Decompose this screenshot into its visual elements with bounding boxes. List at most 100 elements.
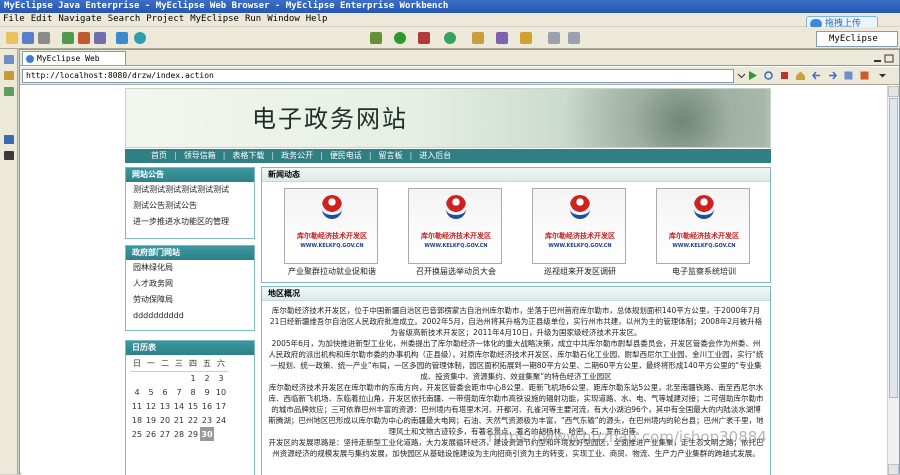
nav-service-phone[interactable]: 便民电话 (324, 151, 368, 160)
calendar-day[interactable]: 10 (214, 385, 228, 399)
calendar-day[interactable]: 13 (158, 399, 172, 413)
news-thumbnail[interactable]: 库尔勒经济技术开发区 WWW.KELKFQ.GOV.CN (656, 188, 750, 264)
external-tools-icon[interactable] (418, 32, 430, 44)
menu-navigate[interactable]: Navigate (55, 14, 104, 24)
database-icon[interactable] (94, 32, 106, 44)
globe-icon[interactable] (134, 32, 146, 44)
notice-item[interactable]: 进一步推进水功能区的管理 (126, 214, 254, 230)
chevron-down-icon[interactable] (736, 70, 747, 81)
calendar-day[interactable] (144, 371, 158, 385)
view-menu-icon[interactable] (877, 70, 888, 81)
news-item[interactable]: 库尔勒经济技术开发区 WWW.KELKFQ.GOV.CN 电子监察系统培训 (656, 188, 752, 278)
calendar-today[interactable]: 30 (200, 427, 214, 441)
notice-item[interactable]: 测试测试测试测试测试测试 (126, 182, 254, 198)
menu-file[interactable]: File (0, 14, 28, 24)
calendar-day[interactable]: 8 (186, 385, 200, 399)
news-caption[interactable]: 电子监察系统培训 (656, 266, 752, 278)
minimize-maximize-icon[interactable] (873, 53, 895, 63)
settings-icon[interactable] (859, 70, 870, 81)
forward-icon[interactable] (568, 32, 580, 44)
calendar-day[interactable]: 12 (144, 399, 158, 413)
scroll-thumb[interactable] (889, 98, 898, 398)
deploy-icon[interactable] (78, 32, 90, 44)
calendar-day[interactable]: 16 (200, 399, 214, 413)
go-icon[interactable] (747, 70, 758, 81)
calendar-day[interactable]: 9 (200, 385, 214, 399)
calendar-day[interactable]: 20 (158, 413, 172, 427)
news-thumbnail[interactable]: 库尔勒经济技术开发区 WWW.KELKFQ.GOV.CN (532, 188, 626, 264)
news-thumbnail[interactable]: 库尔勒经济技术开发区 WWW.KELKFQ.GOV.CN (284, 188, 378, 264)
calendar-day[interactable] (214, 427, 228, 441)
calendar-day[interactable] (172, 371, 186, 385)
search-icon[interactable] (496, 32, 508, 44)
run-icon[interactable] (394, 32, 406, 44)
department-link[interactable]: dddddddddd (126, 308, 254, 324)
servers-icon[interactable] (4, 135, 14, 144)
scroll-down-icon[interactable] (888, 464, 899, 475)
vertical-scrollbar[interactable] (887, 86, 899, 475)
pencil-icon[interactable] (520, 32, 532, 44)
calendar-day[interactable]: 22 (186, 413, 200, 427)
calendar-day[interactable]: 14 (172, 399, 186, 413)
calendar-day[interactable]: 7 (172, 385, 186, 399)
back-icon[interactable] (548, 32, 560, 44)
news-caption[interactable]: 召开换届选举动员大会 (408, 266, 504, 278)
news-item[interactable]: 库尔勒经济技术开发区 WWW.KELKFQ.GOV.CN 巡视组来开发区调研 (532, 188, 628, 278)
calendar-day[interactable]: 21 (172, 413, 186, 427)
menu-window[interactable]: Window (264, 14, 303, 24)
department-link[interactable]: 人才政务网 (126, 276, 254, 292)
save-icon[interactable] (22, 32, 34, 44)
outline-icon[interactable] (4, 87, 14, 96)
browser-tab[interactable]: MyEclipse Web Browser (22, 51, 126, 76)
stop-icon[interactable] (779, 70, 790, 81)
calendar-day[interactable] (130, 371, 144, 385)
calendar-day[interactable]: 3 (214, 371, 228, 385)
news-caption[interactable]: 产业聚群拉动就业促和谐 (284, 266, 380, 278)
calendar-day[interactable]: 6 (158, 385, 172, 399)
news-thumbnail[interactable]: 库尔勒经济技术开发区 WWW.KELKFQ.GOV.CN (408, 188, 502, 264)
department-link[interactable]: 园林绿化局 (126, 260, 254, 276)
calendar-day[interactable]: 11 (130, 399, 144, 413)
new-class-icon[interactable] (444, 32, 456, 44)
calendar-day[interactable]: 23 (200, 413, 214, 427)
nav-form-download[interactable]: 表格下载 (226, 151, 270, 160)
menu-search[interactable]: Search (105, 14, 144, 24)
sync-icon[interactable] (843, 70, 854, 81)
menu-project[interactable]: Project (143, 14, 187, 24)
nav-gov-affairs[interactable]: 政务公开 (275, 151, 319, 160)
nav-admin[interactable]: 进入后台 (413, 151, 457, 160)
print-icon[interactable] (38, 32, 50, 44)
forward-arrow-icon[interactable] (827, 70, 838, 81)
refresh-icon[interactable] (763, 70, 774, 81)
calendar-day[interactable]: 25 (130, 427, 144, 441)
news-item[interactable]: 库尔勒经济技术开发区 WWW.KELKFQ.GOV.CN 召开换届选举动员大会 (408, 188, 504, 278)
menu-edit[interactable]: Edit (28, 14, 56, 24)
news-item[interactable]: 库尔勒经济技术开发区 WWW.KELKFQ.GOV.CN 产业聚群拉动就业促和谐 (284, 188, 380, 278)
scroll-up-icon[interactable] (888, 86, 899, 97)
hierarchy-icon[interactable] (4, 71, 14, 80)
package-explorer-icon[interactable] (4, 55, 14, 64)
calendar-day[interactable]: 15 (186, 399, 200, 413)
calendar-day[interactable]: 19 (144, 413, 158, 427)
open-type-icon[interactable] (472, 32, 484, 44)
nav-home[interactable]: 首页 (145, 151, 173, 160)
calendar-day[interactable]: 4 (130, 385, 144, 399)
calendar-day[interactable]: 17 (214, 399, 228, 413)
perspective-switcher[interactable]: MyEclipse ... (816, 31, 898, 58)
calendar-day[interactable]: 29 (186, 427, 200, 441)
news-caption[interactable]: 巡视组来开发区调研 (532, 266, 628, 278)
menu-myeclipse[interactable]: MyEclipse (187, 14, 242, 24)
calendar-day[interactable] (158, 371, 172, 385)
debug-icon[interactable] (370, 32, 382, 44)
department-link[interactable]: 劳动保障局 (126, 292, 254, 308)
url-input[interactable]: http://localhost:8080/drzw/index.action (22, 69, 734, 83)
console-icon[interactable] (4, 151, 14, 160)
calendar-day[interactable]: 2 (200, 371, 214, 385)
calendar-day[interactable]: 28 (172, 427, 186, 441)
nav-message-board[interactable]: 留言板 (373, 151, 409, 160)
calendar-day[interactable]: 24 (214, 413, 228, 427)
home-icon[interactable] (795, 70, 806, 81)
menu-help[interactable]: Help (303, 14, 331, 24)
notice-item[interactable]: 测试公告测试公告 (126, 198, 254, 214)
calendar-day[interactable]: 18 (130, 413, 144, 427)
